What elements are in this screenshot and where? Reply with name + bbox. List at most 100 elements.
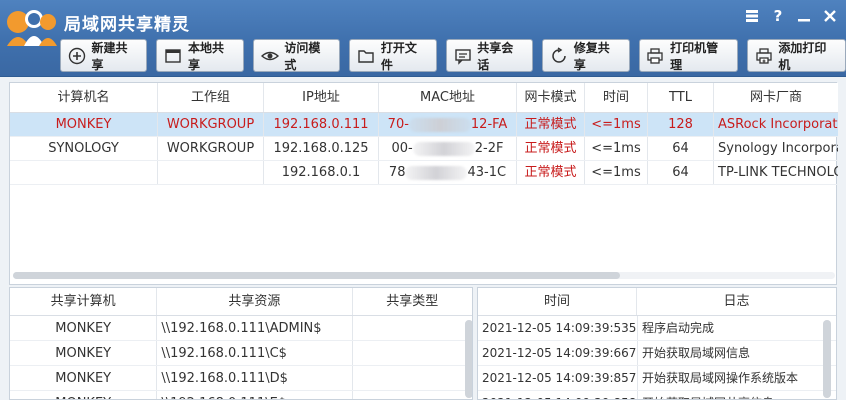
- column-header[interactable]: MAC地址: [379, 83, 517, 112]
- table-row[interactable]: 2021-12-05 14:09:39:667 开始获取局域网信息: [478, 341, 836, 366]
- column-header[interactable]: TTL: [648, 83, 714, 112]
- mac-address: 00- 2-2F: [379, 137, 517, 160]
- redacted-mac: [412, 141, 475, 156]
- local-share-label: 本地共享: [187, 40, 224, 72]
- column-header[interactable]: 时间: [478, 288, 638, 315]
- computer-name: [10, 161, 158, 184]
- help-icon[interactable]: ?: [770, 8, 786, 24]
- new-share-button[interactable]: 新建共享: [60, 39, 148, 72]
- response-time: <=1ms: [585, 161, 648, 184]
- table-row[interactable]: 2021-12-05 14:09:39:857 开始获取局域网操作系统版本: [478, 366, 836, 391]
- column-header[interactable]: 共享类型: [353, 288, 472, 315]
- eye-icon: [260, 46, 280, 66]
- horizontal-scrollbar[interactable]: [13, 270, 835, 281]
- share-computer: MONKEY: [10, 366, 158, 390]
- share-session-button[interactable]: 共享会话: [445, 39, 534, 72]
- refresh-icon: [549, 46, 569, 66]
- ttl: 128: [648, 113, 714, 136]
- column-header[interactable]: 日志: [637, 288, 836, 315]
- column-header[interactable]: 共享资源: [157, 288, 353, 315]
- table-row[interactable]: MONKEY \\192.168.0.111\E$: [10, 391, 472, 399]
- folder-icon: [356, 46, 376, 66]
- share-type: [353, 316, 472, 340]
- add-printer-label: 添加打印机: [778, 40, 827, 72]
- nic-vendor: ASRock Incorporati: [718, 117, 838, 132]
- title-bar: 局域网共享精灵 ? 新建共享 本地共享 访问模式 打开文件 共享会话 修复共享 …: [0, 0, 846, 77]
- repair-share-label: 修复共享: [573, 40, 610, 72]
- hosts-header: 计算机名 工作组 IP地址 MAC地址 网卡模式 时间 TTL 网卡厂商: [10, 83, 838, 113]
- mac-start: 00-: [391, 141, 413, 156]
- nic-mode: 正常模式: [517, 161, 585, 184]
- table-row[interactable]: 2021-12-05 14:09:39:858 开始获取局域网共享信息: [478, 391, 836, 399]
- ip-address: 192.168.0.125: [264, 137, 379, 160]
- nic-mode: 正常模式: [517, 137, 585, 160]
- table-row[interactable]: MONKEY \\192.168.0.111\D$: [10, 366, 472, 391]
- log-message: 开始获取局域网操作系统版本: [642, 371, 799, 385]
- toolbar: 新建共享 本地共享 访问模式 打开文件 共享会话 修复共享 打印机管理 添加打印…: [60, 39, 846, 73]
- column-header[interactable]: 网卡模式: [517, 83, 585, 112]
- scrollbar-thumb[interactable]: [13, 272, 620, 279]
- minimize-icon[interactable]: [796, 8, 812, 24]
- mac-address: 78 43-1C: [379, 161, 517, 184]
- printer-icon: [646, 46, 666, 66]
- redacted-mac: [405, 165, 468, 180]
- scrollbar-thumb[interactable]: [823, 320, 831, 398]
- open-file-button[interactable]: 打开文件: [349, 39, 437, 72]
- nic-mode: 正常模式: [517, 113, 585, 136]
- log-time: 2021-12-05 14:09:39:858: [478, 391, 638, 399]
- log-message: 开始获取局域网信息: [642, 346, 751, 360]
- share-resource: \\192.168.0.111\C$: [157, 341, 353, 365]
- table-row[interactable]: SYNOLOGY WORKGROUP 192.168.0.125 00- 2-2F…: [10, 137, 838, 161]
- table-row[interactable]: 2021-12-05 14:09:39:535 程序启动完成: [478, 316, 836, 341]
- share-resource: \\192.168.0.111\E$: [157, 391, 353, 399]
- redacted-mac: [408, 117, 471, 132]
- menu-icon[interactable]: [744, 8, 760, 24]
- column-header[interactable]: 计算机名: [10, 83, 158, 112]
- close-icon[interactable]: [822, 8, 838, 24]
- mac-end: 2-2F: [474, 141, 504, 156]
- app-logo-icon: [7, 10, 57, 46]
- response-time: <=1ms: [585, 137, 648, 160]
- printer-add-icon: [754, 46, 774, 66]
- share-type: [353, 366, 472, 390]
- access-mode-label: 访问模式: [284, 40, 321, 72]
- ip-address: 192.168.0.111: [264, 113, 379, 136]
- column-header[interactable]: 网卡厂商: [714, 83, 838, 112]
- computer-name: MONKEY: [10, 113, 158, 136]
- access-mode-button[interactable]: 访问模式: [252, 39, 341, 72]
- column-header[interactable]: IP地址: [264, 83, 379, 112]
- repair-share-button[interactable]: 修复共享: [542, 39, 630, 72]
- hosts-grid: 计算机名 工作组 IP地址 MAC地址 网卡模式 时间 TTL 网卡厂商 MON…: [10, 83, 838, 185]
- ip-address: 192.168.0.1: [264, 161, 379, 184]
- share-computer: MONKEY: [10, 341, 158, 365]
- table-row[interactable]: MONKEY \\192.168.0.111\C$: [10, 341, 472, 366]
- column-header[interactable]: 时间: [585, 83, 648, 112]
- local-share-button[interactable]: 本地共享: [156, 39, 244, 72]
- printer-manage-button[interactable]: 打印机管理: [638, 39, 738, 72]
- plus-circle-icon: [67, 46, 87, 66]
- ttl: 64: [648, 137, 714, 160]
- log-table: 时间 日志 2021-12-05 14:09:39:535 程序启动完成 202…: [477, 287, 837, 400]
- mac-end: 43-1C: [467, 165, 507, 180]
- scrollbar-thumb[interactable]: [465, 320, 472, 398]
- column-header[interactable]: 共享计算机: [10, 288, 158, 315]
- table-row[interactable]: 192.168.0.1 78 43-1C 正常模式 <=1ms 64 TP-LIN…: [10, 161, 838, 185]
- log-header: 时间 日志: [478, 288, 836, 316]
- column-header[interactable]: 工作组: [158, 83, 264, 112]
- table-row[interactable]: MONKEY WORKGROUP 192.168.0.111 70- 12-FA …: [10, 113, 838, 137]
- workgroup: WORKGROUP: [158, 113, 264, 136]
- mac-start: 78: [388, 165, 406, 180]
- workgroup: [158, 161, 264, 184]
- table-row[interactable]: MONKEY \\192.168.0.111\ADMIN$: [10, 316, 472, 341]
- hosts-table: 计算机名 工作组 IP地址 MAC地址 网卡模式 时间 TTL 网卡厂商 MON…: [9, 82, 838, 285]
- add-printer-button[interactable]: 添加打印机: [746, 39, 846, 72]
- vertical-scrollbar[interactable]: [823, 320, 831, 398]
- chat-icon: [453, 46, 473, 66]
- response-time: <=1ms: [585, 113, 648, 136]
- share-type: [353, 391, 472, 399]
- mac-end: 12-FA: [470, 117, 508, 132]
- nic-vendor: Synology Incorpora: [718, 141, 838, 156]
- shares-header: 共享计算机 共享资源 共享类型: [10, 288, 472, 316]
- vertical-scrollbar[interactable]: [465, 320, 472, 398]
- log-time: 2021-12-05 14:09:39:857: [478, 366, 638, 390]
